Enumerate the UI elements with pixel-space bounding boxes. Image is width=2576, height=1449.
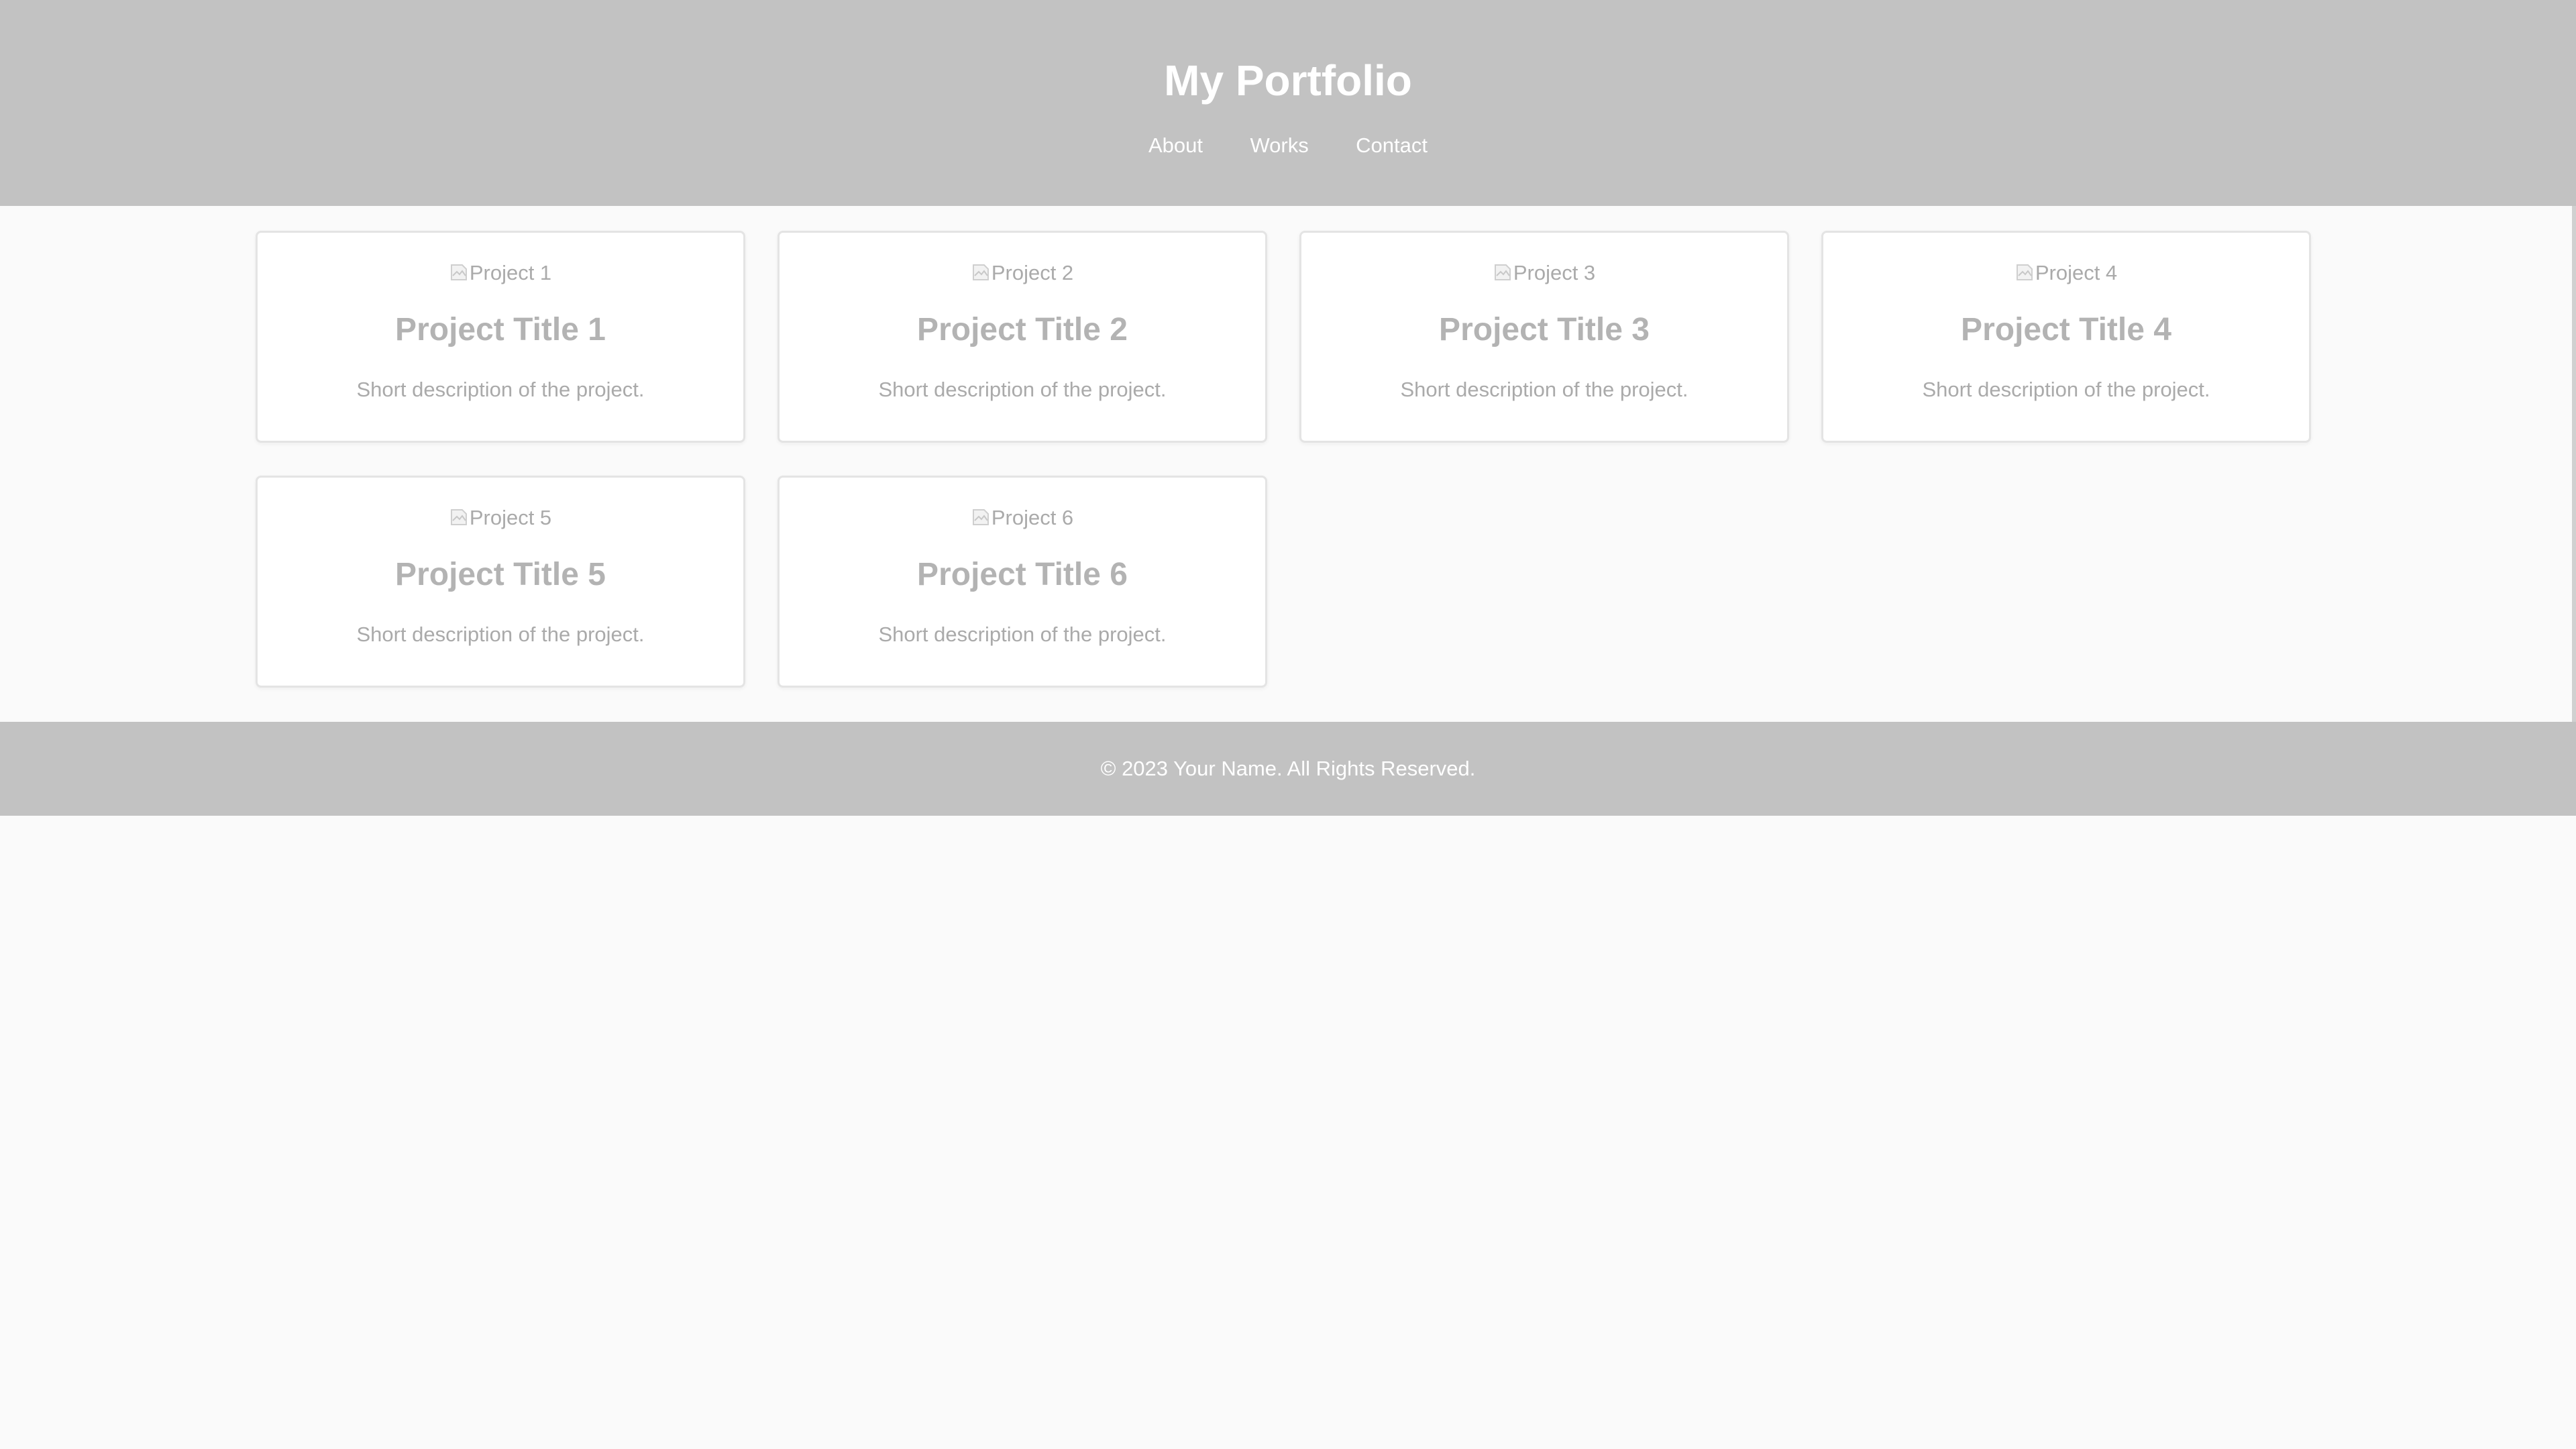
- project-image: Project 5: [258, 504, 743, 531]
- project-image-alt-text: Project 6: [991, 506, 1074, 529]
- project-image: Project 1: [258, 260, 743, 286]
- project-card[interactable]: Project 2 Project Title 2 Short descript…: [777, 231, 1267, 443]
- project-card[interactable]: Project 1 Project Title 1 Short descript…: [256, 231, 745, 443]
- project-title: Project Title 6: [917, 557, 1128, 592]
- project-image-alt-text: Project 4: [2035, 261, 2118, 284]
- project-image-alt-text: Project 2: [991, 261, 1074, 284]
- project-image-alt-text: Project 3: [1513, 261, 1596, 284]
- broken-image-icon: [972, 264, 989, 280]
- nav-link-contact[interactable]: Contact: [1356, 131, 1428, 160]
- project-image-alt-text: Project 1: [469, 261, 552, 284]
- nav-link-works[interactable]: Works: [1250, 131, 1308, 160]
- project-card[interactable]: Project 5 Project Title 5 Short descript…: [256, 476, 745, 688]
- broken-image-icon: [450, 509, 467, 525]
- project-description: Short description of the project.: [1922, 378, 2210, 401]
- project-image-alt-text: Project 5: [469, 506, 552, 529]
- project-title: Project Title 2: [917, 312, 1128, 347]
- copyright-text: © 2023 Your Name. All Rights Reserved.: [1100, 757, 1476, 780]
- site-title: My Portfolio: [1164, 56, 1412, 105]
- project-image: Project 4: [1823, 260, 2309, 286]
- projects-grid: Project 1 Project Title 1 Short descript…: [0, 206, 2576, 722]
- site-footer: © 2023 Your Name. All Rights Reserved.: [0, 722, 2576, 816]
- project-card[interactable]: Project 4 Project Title 4 Short descript…: [1821, 231, 2311, 443]
- broken-image-icon: [1494, 264, 1511, 280]
- broken-image-icon: [972, 509, 989, 525]
- project-description: Short description of the project.: [878, 623, 1167, 646]
- broken-image-icon: [450, 264, 467, 280]
- main-nav: About Works Contact: [0, 131, 2576, 160]
- project-image: Project 6: [780, 504, 1265, 531]
- project-card[interactable]: Project 3 Project Title 3 Short descript…: [1299, 231, 1789, 443]
- project-image: Project 3: [1301, 260, 1787, 286]
- project-image: Project 2: [780, 260, 1265, 286]
- project-title: Project Title 4: [1961, 312, 2171, 347]
- site-header: My Portfolio About Works Contact: [0, 0, 2576, 206]
- project-description: Short description of the project.: [356, 378, 645, 401]
- project-title: Project Title 1: [395, 312, 606, 347]
- nav-link-about[interactable]: About: [1148, 131, 1203, 160]
- project-title: Project Title 3: [1439, 312, 1650, 347]
- project-card[interactable]: Project 6 Project Title 6 Short descript…: [777, 476, 1267, 688]
- broken-image-icon: [2016, 264, 2033, 280]
- project-description: Short description of the project.: [356, 623, 645, 646]
- project-title: Project Title 5: [395, 557, 606, 592]
- project-description: Short description of the project.: [878, 378, 1167, 401]
- project-description: Short description of the project.: [1400, 378, 1688, 401]
